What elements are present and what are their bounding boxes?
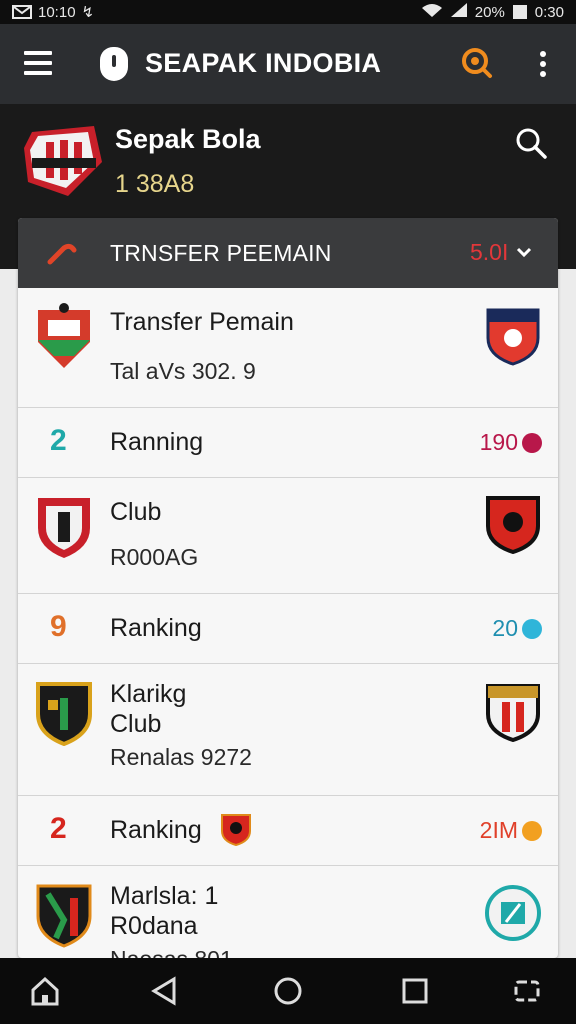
app-logo [100, 47, 128, 81]
app-title: SEAPAK INDOBIA [145, 48, 382, 78]
ranking-value: 20 [492, 615, 542, 642]
menu-icon[interactable] [24, 51, 52, 75]
row-title: Ranning [110, 428, 204, 456]
transfer-card: TRNSFER PEEMAIN 5.0I Transfer Pemain Tal… [18, 218, 558, 958]
ranking-value: 190 [480, 429, 542, 456]
club-name: Sepak Bola [115, 124, 261, 154]
row-title: Ranking [110, 816, 202, 844]
list-item[interactable]: 2 Ranning 190 [18, 408, 558, 478]
chevron-down-icon[interactable] [516, 246, 532, 258]
row-title: Transfer Pemain [110, 308, 294, 336]
club-crest-icon [485, 885, 541, 941]
rank-number: 2 [50, 424, 67, 457]
wifi-icon [421, 3, 443, 21]
home-circle-icon[interactable] [271, 974, 305, 1008]
battery-icon [512, 5, 527, 19]
app-bar: SEAPAK INDOBIA [0, 24, 576, 104]
ranking-value-text: 190 [479, 429, 518, 455]
home-icon[interactable] [28, 974, 62, 1008]
system-nav-bar [0, 958, 576, 1024]
list-item[interactable]: Transfer Pemain Tal aVs 302. 9 [18, 288, 558, 408]
list-item[interactable]: Club R000AG [18, 478, 558, 594]
club-crest-icon [486, 308, 540, 366]
list-item[interactable]: Klarikg Club Renalas 9272 [18, 664, 558, 796]
list-item[interactable]: 2 Ranking 2IM [18, 796, 558, 866]
header-search-icon[interactable] [514, 126, 548, 160]
row-subtitle: R000AG [110, 544, 199, 570]
hammer-icon [47, 243, 77, 265]
battery-percent: 20% [474, 3, 505, 21]
row-title: Marlsla: 1 [110, 882, 219, 910]
club-crest-icon [486, 684, 540, 742]
club-crest-icon [38, 303, 90, 368]
card-count: 5.0I [470, 239, 509, 265]
status-dot [522, 432, 542, 453]
row-title: Club [110, 498, 162, 526]
status-time-right: 0:30 [534, 3, 564, 21]
club-crest-icon [36, 682, 92, 746]
list-item[interactable]: 9 Ranking 20 [18, 594, 558, 664]
more-options-icon[interactable] [540, 51, 548, 77]
row-subtitle: Tal aVs 302. 9 [110, 358, 256, 384]
status-dot [522, 618, 542, 639]
ranking-value-text: 20 [492, 615, 518, 641]
club-crest-icon [38, 498, 90, 558]
row-title: Klarikg [110, 680, 187, 708]
card-title: TRNSFER PEEMAIN [110, 240, 332, 266]
ranking-value: 2IM [480, 817, 542, 844]
search-icon[interactable] [459, 46, 493, 80]
row-subtitle: Naosas 801 [110, 946, 233, 958]
status-dot [522, 820, 542, 841]
row-subtitle: Renalas 9272 [110, 744, 252, 770]
club-crest-icon [24, 126, 102, 196]
rotate-screen-icon[interactable] [510, 974, 544, 1008]
signal-arrow-icon: ↯ [81, 4, 95, 21]
recents-icon[interactable] [398, 974, 432, 1008]
row-title-secondary: Club [110, 710, 162, 738]
rank-number: 2 [50, 812, 67, 845]
club-crest-icon [36, 884, 92, 948]
mail-icon [12, 5, 32, 19]
row-title-secondary: R0dana [110, 912, 198, 940]
ranking-value-text: 2IM [479, 817, 518, 843]
row-title: Ranking [110, 614, 202, 642]
club-crest-icon [486, 496, 540, 554]
status-bar: 10:10 ↯ 20% 0:30 [0, 0, 576, 24]
club-crest-icon [221, 814, 251, 847]
list-item[interactable]: Marlsla: 1 R0dana Naosas 801 [18, 866, 558, 958]
card-header[interactable]: TRNSFER PEEMAIN 5.0I [18, 218, 558, 288]
rank-number: 9 [50, 610, 67, 643]
cell-signal-icon [450, 3, 467, 21]
club-subtitle: 1 38A8 [115, 170, 195, 198]
status-time-left: 10:10 [38, 3, 76, 21]
back-icon[interactable] [148, 974, 182, 1008]
